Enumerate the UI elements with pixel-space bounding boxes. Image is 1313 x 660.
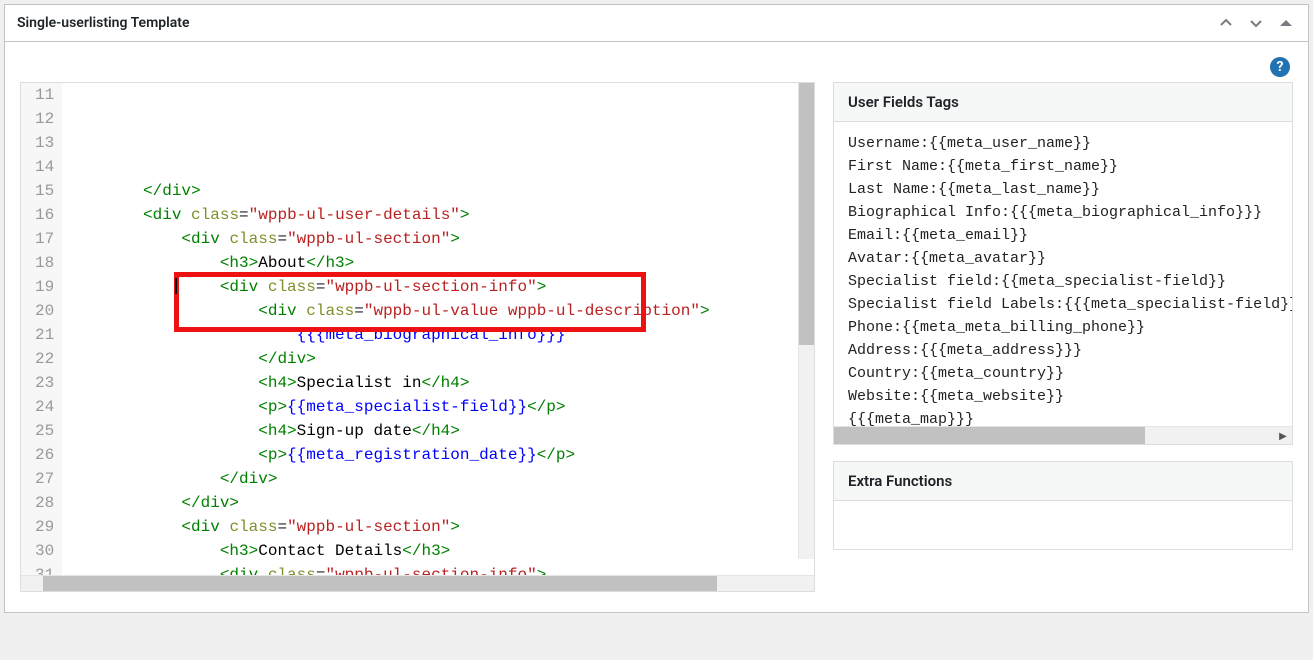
user-field-tag[interactable]: Specialist field Labels:{{{meta_speciali… bbox=[848, 293, 1278, 316]
extra-functions-header: Extra Functions bbox=[834, 462, 1292, 501]
code-editor[interactable]: 1112131415161718192021222324252627282930… bbox=[20, 82, 815, 592]
user-fields-header: User Fields Tags bbox=[834, 83, 1292, 122]
user-fields-list[interactable]: Username:{{meta_user_name}}First Name:{{… bbox=[834, 122, 1292, 426]
help-icon[interactable]: ? bbox=[1270, 57, 1290, 77]
move-up-icon[interactable] bbox=[1216, 13, 1236, 33]
toggle-panel-icon[interactable] bbox=[1276, 13, 1296, 33]
line-gutter: 1112131415161718192021222324252627282930… bbox=[21, 83, 62, 575]
user-field-tag[interactable]: Phone:{{meta_meta_billing_phone}} bbox=[848, 316, 1278, 339]
code-scroll[interactable]: 1112131415161718192021222324252627282930… bbox=[21, 83, 814, 575]
code-content[interactable]: 1112131415161718192021222324252627282930… bbox=[21, 83, 814, 575]
editor-left: 1112131415161718192021222324252627282930… bbox=[20, 82, 815, 592]
meta-box: Single-userlisting Template ? 1112131415… bbox=[4, 4, 1309, 613]
user-field-tag[interactable]: Username:{{meta_user_name}} bbox=[848, 132, 1278, 155]
extra-functions-panel: Extra Functions bbox=[833, 461, 1293, 550]
header-actions bbox=[1216, 13, 1296, 33]
user-fields-panel: User Fields Tags Username:{{meta_user_na… bbox=[833, 82, 1293, 445]
meta-box-header: Single-userlisting Template bbox=[5, 5, 1308, 42]
vertical-scrollbar[interactable] bbox=[798, 83, 814, 559]
user-field-tag[interactable]: First Name:{{meta_first_name}} bbox=[848, 155, 1278, 178]
page-title: Single-userlisting Template bbox=[17, 15, 190, 31]
editor-layout: 1112131415161718192021222324252627282930… bbox=[20, 82, 1293, 592]
user-field-tag[interactable]: Biographical Info:{{{meta_biographical_i… bbox=[848, 201, 1278, 224]
user-field-tag[interactable]: Address:{{{meta_address}}} bbox=[848, 339, 1278, 362]
user-field-tag[interactable]: Specialist field:{{meta_specialist-field… bbox=[848, 270, 1278, 293]
tags-horizontal-scrollbar[interactable]: ▶ bbox=[834, 426, 1292, 444]
code-lines[interactable]: </div> <div class="wppb-ul-user-details"… bbox=[62, 83, 814, 575]
user-field-tag[interactable]: Avatar:{{meta_avatar}} bbox=[848, 247, 1278, 270]
extra-functions-body bbox=[834, 501, 1292, 549]
tags-horizontal-scrollbar-thumb[interactable] bbox=[834, 427, 1145, 444]
horizontal-scrollbar[interactable] bbox=[21, 575, 814, 591]
vertical-scrollbar-thumb[interactable] bbox=[799, 83, 814, 345]
horizontal-scrollbar-thumb[interactable] bbox=[43, 576, 717, 591]
text-cursor bbox=[175, 278, 177, 294]
user-field-tag[interactable]: Country:{{meta_country}} bbox=[848, 362, 1278, 385]
user-field-tag[interactable]: Website:{{meta_website}} bbox=[848, 385, 1278, 408]
scrollbar-right-arrow-icon[interactable]: ▶ bbox=[1274, 427, 1292, 445]
user-field-tag[interactable]: Email:{{meta_email}} bbox=[848, 224, 1278, 247]
user-field-tag[interactable]: {{{meta_map}}} bbox=[848, 408, 1278, 426]
user-field-tag[interactable]: Last Name:{{meta_last_name}} bbox=[848, 178, 1278, 201]
meta-box-body: ? 11121314151617181920212223242526272829… bbox=[5, 42, 1308, 612]
editor-right: User Fields Tags Username:{{meta_user_na… bbox=[833, 82, 1293, 592]
move-down-icon[interactable] bbox=[1246, 13, 1266, 33]
user-fields-body: Username:{{meta_user_name}}First Name:{{… bbox=[834, 122, 1292, 444]
